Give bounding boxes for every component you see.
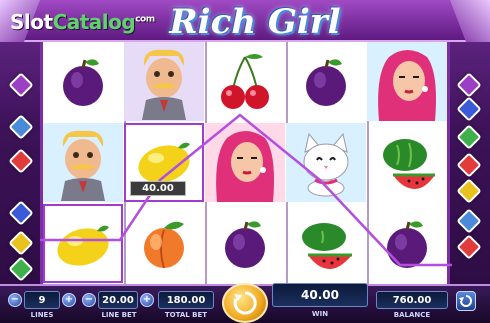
refresh-icon	[459, 295, 472, 307]
reel-4-row-2	[286, 123, 366, 202]
lines-minus-button[interactable]: −	[8, 293, 22, 307]
reel-grid	[40, 42, 450, 284]
plum-icon	[387, 220, 427, 268]
win-label: WIN	[311, 310, 329, 318]
slotcatalog-logo: SlotCatalogcom	[10, 10, 155, 34]
plum-icon	[225, 220, 265, 268]
total-bet-value: 180.00	[158, 291, 214, 309]
reel-3-row-2	[205, 123, 285, 202]
reel-4-row-3	[286, 204, 366, 283]
balance-value: 760.00	[376, 291, 448, 309]
spin-arrows-icon	[233, 291, 257, 315]
reel-4-row-1	[286, 42, 366, 121]
reel-1-row-3	[43, 204, 123, 283]
line-bet-plus-button[interactable]: +	[140, 293, 154, 307]
reel-2-row-3	[124, 204, 204, 283]
reel-3-row-1	[205, 42, 285, 121]
rich-girl-icon	[378, 49, 436, 121]
old-man-icon	[61, 130, 105, 201]
reel-2-row-1	[124, 42, 204, 121]
lines-label: LINES	[30, 311, 54, 319]
line-bet-minus-button[interactable]: −	[82, 293, 96, 307]
plum-icon	[306, 58, 346, 106]
old-man-icon	[142, 49, 186, 120]
peach-icon	[144, 221, 184, 268]
balance-label: BALANCE	[393, 311, 431, 319]
rich-girl-icon	[216, 130, 274, 202]
reel-1-row-2	[43, 123, 123, 202]
reel-3-row-3	[205, 204, 285, 283]
reel-5-row-2	[367, 123, 447, 202]
line-bet-label: LINE BET	[101, 311, 137, 319]
total-bet-label: TOTAL BET	[164, 311, 208, 319]
plum-icon	[63, 58, 103, 106]
lemon-icon	[138, 142, 190, 183]
logo-slot-text: Slot	[10, 10, 53, 34]
lines-plus-button[interactable]: +	[62, 293, 76, 307]
win-value: 40.00	[272, 283, 368, 307]
lemon-icon	[57, 225, 109, 266]
reel-5-row-1	[367, 42, 447, 121]
watermelon-icon	[302, 222, 352, 269]
line-bet-value: 20.00	[98, 291, 138, 309]
reel-1-row-1	[43, 42, 123, 121]
autoplay-button[interactable]	[456, 291, 476, 311]
logo-catalog-text: Catalog	[52, 10, 136, 34]
spin-button[interactable]	[222, 283, 268, 323]
watermelon-icon	[383, 138, 435, 189]
reel-5-row-3	[367, 204, 447, 283]
cherries-icon	[221, 53, 269, 109]
game-title: Rich Girl	[169, 2, 341, 42]
line-win-amount: 40.00	[130, 181, 186, 196]
lines-value: 9	[24, 291, 60, 309]
white-cat-icon	[303, 132, 349, 196]
